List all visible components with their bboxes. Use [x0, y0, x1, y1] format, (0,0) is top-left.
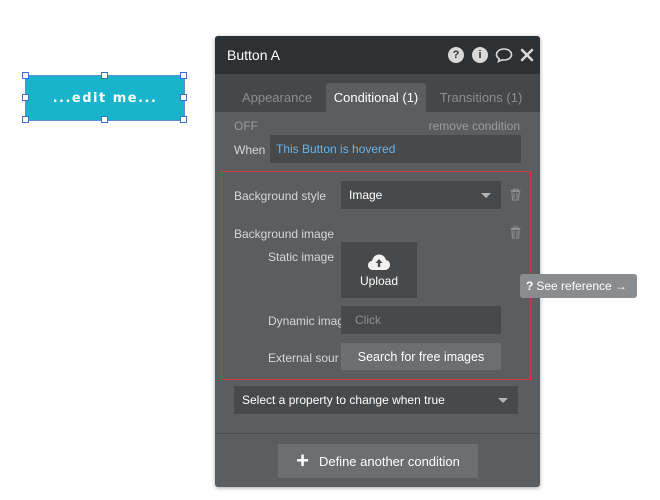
- see-reference-button[interactable]: ? See reference →: [520, 274, 637, 298]
- static-image-label: Static image: [268, 250, 335, 264]
- define-condition-label: Define another condition: [318, 453, 460, 469]
- close-icon[interactable]: [520, 48, 534, 67]
- see-reference-label: See reference →: [536, 279, 628, 293]
- editor-canvas: ...edit me... Button A ? i Appearance Co…: [0, 0, 660, 500]
- resize-handle-bottom[interactable]: [101, 116, 108, 123]
- define-another-condition-button[interactable]: + Define another condition: [278, 444, 478, 478]
- resize-handle-bottom-right[interactable]: [180, 116, 187, 123]
- tab-transitions[interactable]: Transitions (1): [428, 83, 534, 112]
- background-image-label: Background image: [234, 227, 335, 241]
- panel-tabs: Appearance Conditional (1) Transitions (…: [215, 74, 540, 112]
- remove-condition-link[interactable]: remove condition: [429, 119, 520, 133]
- help-icon[interactable]: ?: [448, 47, 464, 63]
- plus-icon: +: [296, 448, 309, 473]
- when-label: When: [234, 143, 266, 157]
- tab-appearance[interactable]: Appearance: [227, 83, 327, 112]
- resize-handle-left[interactable]: [22, 94, 29, 101]
- divider: [215, 433, 540, 434]
- canvas-button-element[interactable]: ...edit me...: [25, 75, 185, 121]
- trash-icon[interactable]: [510, 188, 521, 201]
- upload-label: Upload: [359, 273, 399, 288]
- resize-handle-top[interactable]: [101, 72, 108, 79]
- cloud-upload-icon: [368, 254, 390, 270]
- dynamic-image-field[interactable]: Click: [341, 306, 501, 334]
- info-icon[interactable]: i: [472, 47, 488, 63]
- background-style-select[interactable]: Image: [341, 181, 501, 209]
- trash-icon[interactable]: [510, 226, 521, 239]
- upload-button[interactable]: Upload: [341, 242, 417, 298]
- external-source-label: External sour: [268, 351, 339, 365]
- tab-conditional[interactable]: Conditional (1): [326, 83, 426, 112]
- chevron-down-icon: [481, 193, 491, 198]
- question-icon: ?: [526, 279, 534, 293]
- when-expression-field[interactable]: This Button is hovered: [270, 135, 521, 163]
- property-select-placeholder: Select a property to change when true: [242, 393, 445, 407]
- property-editor-panel: Button A ? i Appearance Conditional (1) …: [215, 36, 540, 487]
- dynamic-image-label: Dynamic imag: [268, 314, 345, 328]
- resize-handle-top-right[interactable]: [180, 72, 187, 79]
- property-select[interactable]: Select a property to change when true: [234, 386, 518, 414]
- resize-handle-bottom-left[interactable]: [22, 116, 29, 123]
- resize-handle-top-left[interactable]: [22, 72, 29, 79]
- search-free-images-button[interactable]: Search for free images: [341, 343, 501, 370]
- background-style-label: Background style: [234, 189, 327, 203]
- chevron-down-icon: [498, 398, 508, 403]
- resize-handle-right[interactable]: [180, 94, 187, 101]
- comment-icon[interactable]: [495, 47, 513, 68]
- background-style-value: Image: [349, 188, 383, 202]
- panel-header[interactable]: Button A ? i: [215, 36, 540, 74]
- panel-title: Button A: [227, 47, 280, 63]
- condition-status: OFF: [234, 119, 258, 133]
